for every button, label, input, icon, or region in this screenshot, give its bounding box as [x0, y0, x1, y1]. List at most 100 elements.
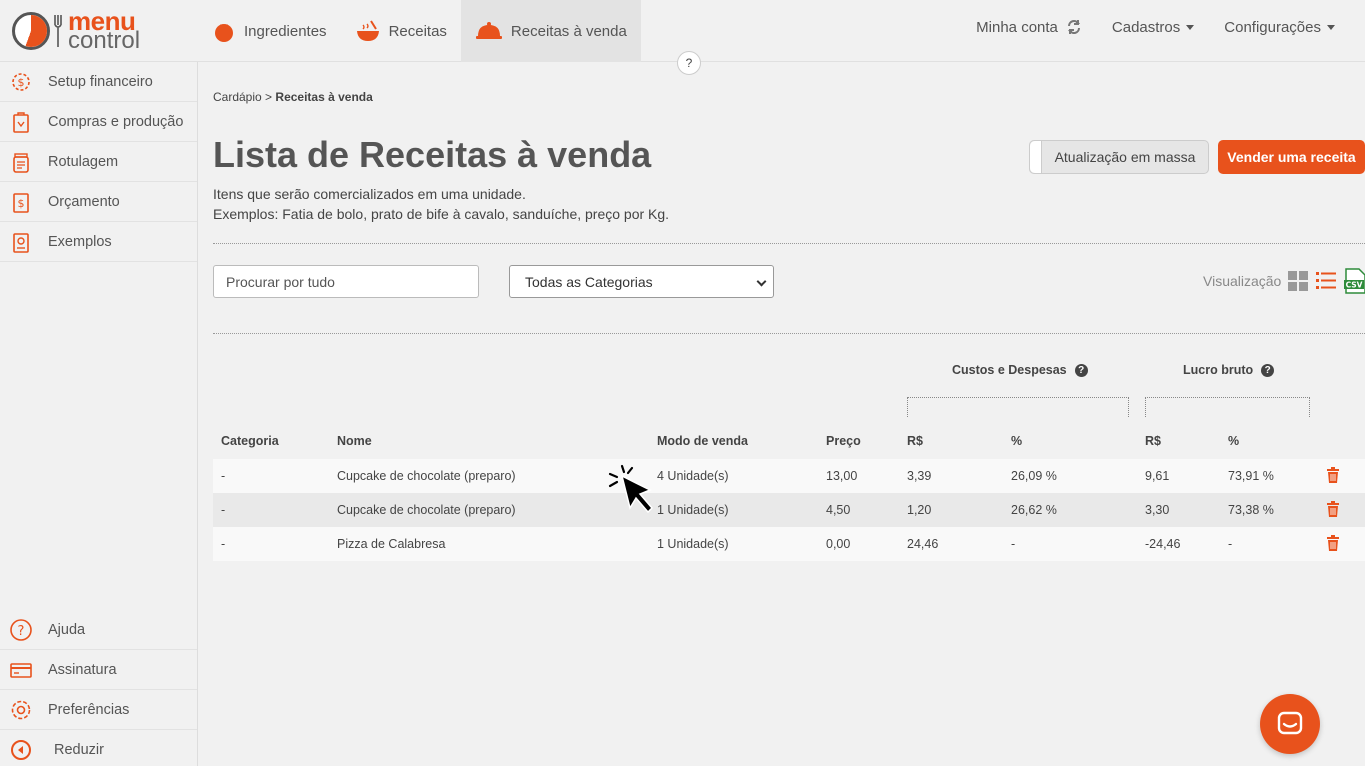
cell-modo: 4 Unidade(s)	[657, 469, 729, 483]
col-header-lucro-rs[interactable]: R$	[1145, 434, 1161, 448]
cadastros-label: Cadastros	[1111, 18, 1181, 36]
chat-launcher-button[interactable]	[1260, 694, 1320, 754]
sidebar-item-assinatura[interactable]: Assinatura	[0, 650, 197, 690]
logo-cutlery-icon	[54, 13, 62, 49]
breadcrumb-parent[interactable]: Cardápio	[213, 90, 262, 104]
list-view-icon[interactable]	[1315, 270, 1337, 292]
chat-icon	[1276, 710, 1304, 738]
configuracoes-label: Configurações	[1224, 18, 1321, 36]
nav-receitas[interactable]: Receitas	[341, 0, 461, 62]
sell-recipe-button[interactable]: Vender uma receita	[1218, 140, 1365, 174]
logo-plate-icon	[12, 12, 50, 50]
sidebar-item-label: Setup financeiro	[48, 73, 153, 90]
col-header-custo-rs[interactable]: R$	[907, 434, 923, 448]
budget-doc-icon: $	[8, 189, 34, 215]
breadcrumb-current: Receitas à venda	[275, 90, 373, 104]
nav-receitas-a-venda-label: Receitas à venda	[510, 22, 627, 40]
col-header-preco[interactable]: Preço	[826, 434, 861, 448]
cell-preco: 0,00	[826, 537, 851, 551]
pot-icon	[355, 19, 381, 43]
account-menu[interactable]: Minha conta	[976, 19, 1082, 36]
collapse-icon	[8, 737, 34, 763]
csv-export-icon[interactable]: CSV	[1343, 268, 1365, 294]
divider	[213, 243, 1365, 244]
nav-receitas-label: Receitas	[388, 22, 447, 40]
trash-icon[interactable]	[1326, 501, 1340, 520]
col-header-nome[interactable]: Nome	[337, 434, 372, 448]
dollar-gear-icon: $	[8, 69, 34, 95]
cell-custo-rs: 24,46	[907, 537, 939, 551]
view-switcher: Visualização CSV	[1203, 268, 1365, 294]
cell-nome[interactable]: Cupcake de chocolate (preparo)	[337, 469, 516, 483]
account-label: Minha conta	[976, 18, 1058, 36]
chevron-down-icon	[1186, 24, 1195, 30]
costs-bracket	[907, 397, 1129, 417]
cell-lucro-rs: 9,61	[1145, 469, 1170, 483]
cell-preco: 4,50	[826, 503, 851, 517]
trash-icon[interactable]	[1326, 535, 1340, 554]
sidebar-item-label: Compras e produção	[48, 113, 184, 130]
sidebar-item-label: Orçamento	[48, 193, 120, 210]
grid-view-icon[interactable]	[1287, 270, 1309, 292]
menucontrol-logo[interactable]: menu control	[12, 8, 141, 54]
recipe-book-icon	[8, 229, 34, 255]
category-select[interactable]: Todas as Categorias	[509, 265, 774, 298]
svg-text:$: $	[18, 197, 25, 210]
sidebar-item-label: Ajuda	[48, 621, 86, 638]
nav-ingredientes-label: Ingredientes	[244, 22, 327, 40]
col-header-lucro-pct[interactable]: %	[1228, 434, 1239, 448]
cloche-icon	[475, 20, 503, 42]
cell-custo-pct: 26,09 %	[1011, 469, 1057, 483]
table-row[interactable]: - Cupcake de chocolate (preparo) 4 Unida…	[213, 459, 1365, 493]
svg-text:CSV: CSV	[1346, 281, 1363, 290]
cell-lucro-rs: -24,46	[1145, 537, 1181, 551]
sidebar-item-reduzir[interactable]: Reduzir	[0, 730, 197, 766]
sidebar-item-compras[interactable]: Compras e produção	[0, 102, 197, 142]
tomato-icon	[212, 19, 236, 43]
sidebar-item-rotulagem[interactable]: Rotulagem	[0, 142, 197, 182]
nav-ingredientes[interactable]: Ingredientes	[198, 0, 341, 62]
cell-lucro-rs: 3,30	[1145, 503, 1170, 517]
cell-custo-pct: -	[1011, 537, 1016, 551]
col-header-modo[interactable]: Modo de venda	[657, 434, 748, 448]
col-header-categoria[interactable]: Categoria	[221, 434, 279, 448]
sidebar-item-orcamento[interactable]: $ Orçamento	[0, 182, 197, 222]
main-nav: Ingredientes Receitas Receitas à venda	[198, 0, 641, 62]
mass-update-toggle[interactable]: Atualização em massa	[1029, 140, 1209, 174]
costs-group-label: Custos e Despesas	[952, 363, 1067, 377]
cell-categoria: -	[221, 469, 226, 483]
table-row[interactable]: - Cupcake de chocolate (preparo) 1 Unida…	[213, 493, 1365, 527]
toggle-knob	[1030, 141, 1042, 173]
sidebar-item-setup-financeiro[interactable]: $ Setup financeiro	[0, 62, 197, 102]
main-content: Cardápio > Receitas à venda Lista de Rec…	[213, 62, 1365, 766]
profit-group-label: Lucro bruto	[1183, 363, 1254, 377]
nav-receitas-a-venda[interactable]: Receitas à venda	[460, 0, 641, 62]
page-description: Itens que serão comercializados em uma u…	[213, 184, 669, 224]
sidebar-item-preferencias[interactable]: Preferências	[0, 690, 197, 730]
mouse-cursor-icon	[606, 464, 660, 521]
logo-text-control: control	[68, 27, 141, 54]
question-icon[interactable]: ?	[1074, 363, 1088, 377]
cell-modo: 1 Unidade(s)	[657, 537, 729, 551]
cadastros-menu[interactable]: Cadastros	[1111, 18, 1195, 36]
question-icon[interactable]: ?	[1261, 363, 1275, 377]
cell-nome[interactable]: Pizza de Calabresa	[337, 537, 445, 551]
help-icon: ?	[8, 617, 34, 643]
cell-custo-rs: 1,20	[907, 503, 932, 517]
trash-icon[interactable]	[1326, 467, 1340, 486]
category-select-value: Todas as Categorias	[525, 273, 653, 290]
help-button[interactable]: ?	[677, 51, 701, 75]
sidebar-item-ajuda[interactable]: ? Ajuda	[0, 610, 197, 650]
cell-nome[interactable]: Cupcake de chocolate (preparo)	[337, 503, 516, 517]
col-header-custo-pct[interactable]: %	[1011, 434, 1022, 448]
sidebar-item-label: Exemplos	[48, 233, 112, 250]
page-title: Lista de Receitas à venda	[213, 134, 652, 175]
search-input[interactable]	[213, 265, 479, 298]
description-line-1: Itens que serão comercializados em uma u…	[213, 186, 526, 202]
configuracoes-menu[interactable]: Configurações	[1224, 19, 1335, 36]
table-row[interactable]: - Pizza de Calabresa 1 Unidade(s) 0,00 2…	[213, 527, 1365, 561]
svg-text:$: $	[18, 76, 25, 89]
sidebar-item-exemplos[interactable]: Exemplos	[0, 222, 197, 262]
cell-modo: 1 Unidade(s)	[657, 503, 729, 517]
refresh-icon	[1066, 19, 1082, 35]
